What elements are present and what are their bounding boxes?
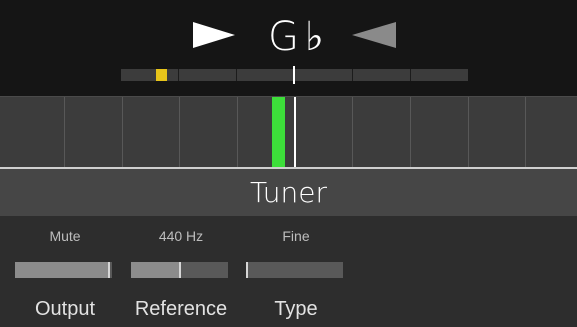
slider-thumb[interactable] [108, 262, 110, 278]
coarse-meter [121, 66, 468, 84]
strobe-grid-line [179, 97, 180, 168]
output-slider[interactable] [15, 262, 112, 278]
meter-tick [352, 69, 353, 81]
output-value: Mute [49, 228, 81, 244]
type-param[interactable]: Fine Type [246, 216, 346, 327]
reference-value: 440 Hz [158, 228, 204, 244]
center-line [293, 66, 295, 84]
play-right-icon [193, 22, 235, 48]
slider-thumb[interactable] [179, 262, 181, 278]
strobe-grid-line [122, 97, 123, 168]
center-line [294, 97, 296, 168]
pitch-indicator-bar [272, 97, 285, 168]
strobe-grid-line [352, 97, 353, 168]
type-slider[interactable] [246, 262, 343, 278]
strobe-grid-line [468, 97, 469, 168]
meter-tick [236, 69, 237, 81]
title-bar: Tuner [0, 169, 577, 216]
meter-tick [410, 69, 411, 81]
note-readout: G♭ [0, 12, 577, 62]
fine-strobe-meter [0, 96, 577, 168]
strobe-grid-line [237, 97, 238, 168]
type-value: Fine [282, 228, 310, 244]
strobe-grid-line [410, 97, 411, 168]
meter-tick [178, 69, 179, 81]
reference-slider[interactable] [131, 262, 228, 278]
tuner-display: G♭ [0, 0, 577, 96]
strobe-grid-line [64, 97, 65, 168]
slider-fill [15, 262, 108, 278]
note-name: G♭ [268, 14, 330, 60]
page-title: Tuner [249, 176, 328, 209]
strobe-grid-line [525, 97, 526, 168]
play-left-icon [352, 22, 396, 48]
output-param[interactable]: Mute Output [15, 216, 115, 327]
pitch-marker [156, 69, 167, 81]
reference-param[interactable]: 440 Hz Reference [131, 216, 231, 327]
slider-thumb[interactable] [246, 262, 248, 278]
slider-fill [131, 262, 179, 278]
type-label: Type [274, 298, 318, 320]
